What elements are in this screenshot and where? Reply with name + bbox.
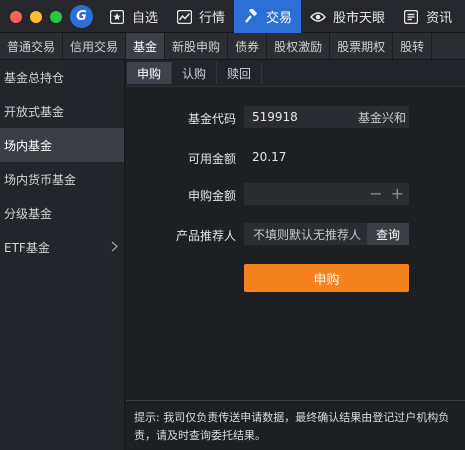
topnav-label: 交易 — [266, 11, 293, 26]
topnav-item-market[interactable]: 行情 — [167, 0, 234, 33]
sidebar-item-graded-fund[interactable]: 分级基金 — [0, 196, 124, 230]
referrer-label: 产品推荐人 — [175, 229, 236, 243]
topnav-item-skyeye[interactable]: 股市天眼 — [301, 0, 394, 33]
available-amount-label: 可用金额 — [187, 152, 236, 166]
chevron-right-icon — [111, 241, 119, 255]
fund-code-row: 基金代码 519918 基金兴和 — [126, 106, 465, 130]
sidebar-item-open-fund[interactable]: 开放式基金 — [0, 94, 124, 128]
topnav-item-watchlist[interactable]: 自选 — [100, 0, 167, 33]
tab-normal-trade[interactable]: 普通交易 — [0, 33, 64, 59]
subscribe-amount-input[interactable]: − + — [244, 183, 409, 205]
tab-stock-options[interactable]: 股票期权 — [330, 33, 394, 59]
sidebar-item-etf-fund[interactable]: ETF基金 — [0, 230, 124, 264]
close-window-button[interactable] — [10, 11, 22, 23]
topnav-label: 行情 — [199, 11, 226, 26]
referrer-input[interactable]: 不填则默认无推荐人 — [244, 223, 367, 245]
tab-share-transfer[interactable]: 股转 — [393, 33, 433, 59]
title-bar: G 自选 行情 交易 股市天眼 资讯 — [0, 0, 465, 33]
topnav-label: 资讯 — [426, 11, 453, 26]
eye-icon — [310, 9, 327, 25]
sidebar-item-fund-holdings[interactable]: 基金总持仓 — [0, 60, 124, 94]
sidebar-item-exchange-money-fund[interactable]: 场内货币基金 — [0, 162, 124, 196]
topnav-item-trade[interactable]: 交易 — [234, 0, 302, 33]
tab-credit-trade[interactable]: 信用交易 — [63, 33, 127, 59]
plus-icon[interactable]: + — [391, 186, 404, 202]
fund-name: 基金兴和 — [357, 110, 406, 125]
minimize-window-button[interactable] — [30, 11, 42, 23]
news-icon — [403, 9, 419, 25]
topnav-label: 股市天眼 — [333, 11, 386, 26]
star-square-icon — [109, 9, 125, 25]
maximize-window-button[interactable] — [50, 11, 62, 23]
tab-equity-incentive[interactable]: 股权激励 — [267, 33, 331, 59]
sidebar-item-exchange-fund[interactable]: 场内基金 — [0, 128, 124, 162]
tab-fund[interactable]: 基金 — [126, 33, 166, 59]
minus-icon[interactable]: − — [369, 186, 382, 202]
fund-action-tabs: 申购 认购 赎回 — [126, 60, 465, 87]
fund-code-input[interactable]: 519918 基金兴和 — [244, 106, 409, 128]
subscribe-submit-button[interactable]: 申购 — [244, 264, 409, 292]
topnav-label: 自选 — [132, 11, 159, 26]
trade-category-tabs: 普通交易 信用交易 基金 新股申购 债券 股权激励 股票期权 股转 — [0, 33, 465, 60]
main-panel: 申购 认购 赎回 基金代码 519918 基金兴和 可用金额 20.17 申购金… — [126, 60, 465, 450]
tab-redeem[interactable]: 赎回 — [217, 62, 263, 84]
subscribe-amount-row: 申购金额 − + — [126, 183, 465, 207]
tab-bond[interactable]: 债券 — [228, 33, 268, 59]
available-amount-value: 20.17 — [252, 150, 287, 164]
available-amount-row: 可用金额 20.17 — [126, 146, 465, 170]
tab-ipo[interactable]: 新股申购 — [165, 33, 229, 59]
referrer-row: 产品推荐人 不填则默认无推荐人 查询 — [126, 223, 465, 247]
notice-text: 提示: 我司仅负责传送申请数据，最终确认结果由登记过户机构负责，请及时查询委托结… — [126, 400, 465, 450]
sidebar-item-label: ETF基金 — [4, 240, 50, 255]
tab-subscribe[interactable]: 申购 — [127, 62, 173, 84]
subscribe-amount-label: 申购金额 — [187, 189, 236, 203]
tab-initial-subscribe[interactable]: 认购 — [172, 62, 218, 84]
sidebar: 基金总持仓 开放式基金 场内基金 场内货币基金 分级基金 ETF基金 — [0, 60, 125, 450]
chart-line-icon — [176, 9, 192, 25]
fund-code-label: 基金代码 — [187, 112, 236, 126]
topnav-item-news[interactable]: 资讯 — [394, 0, 461, 33]
app-logo-icon: G — [70, 5, 93, 28]
amount-stepper: − + — [369, 186, 409, 202]
hammer-icon — [243, 9, 259, 25]
top-nav: 自选 行情 交易 股市天眼 资讯 — [100, 0, 461, 33]
fund-code-value: 519918 — [252, 110, 298, 124]
query-button[interactable]: 查询 — [367, 223, 409, 245]
